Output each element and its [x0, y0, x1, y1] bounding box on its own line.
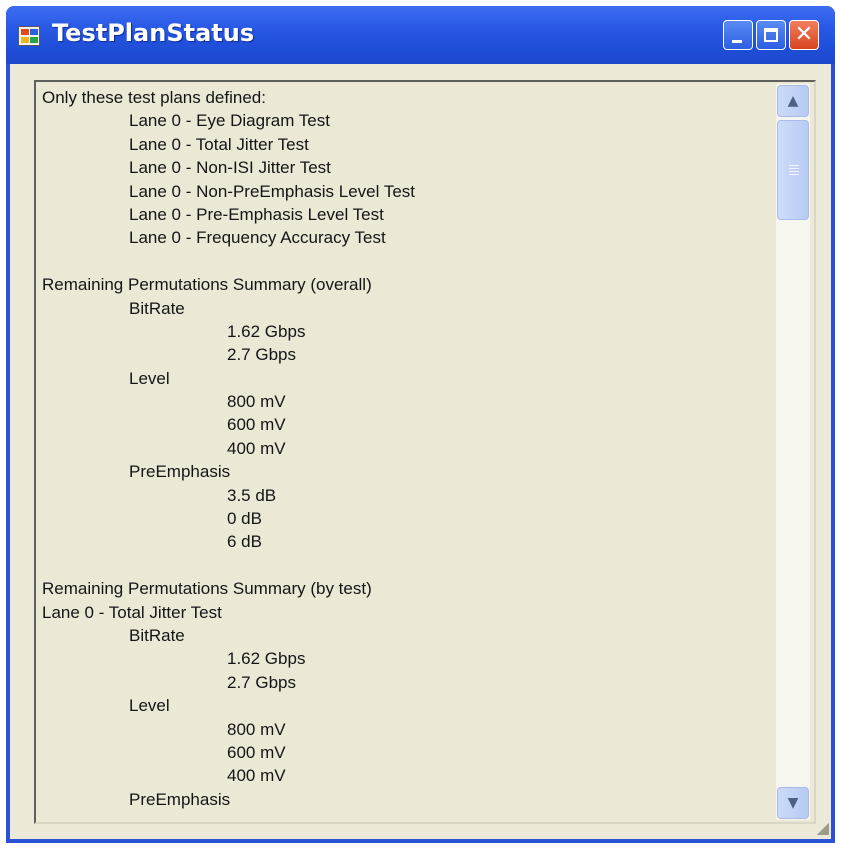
scroll-up-button[interactable]: ▲	[777, 85, 809, 117]
thumb-grip-line	[789, 168, 799, 169]
status-line: Lane 0 - Eye Diagram Test	[129, 111, 330, 131]
maximize-icon	[764, 28, 778, 42]
minimize-button[interactable]	[723, 20, 753, 50]
status-line: PreEmphasis	[129, 462, 231, 482]
app-icon-block	[30, 37, 38, 43]
status-text-box[interactable]: Only these test plans defined: Lane 0 - E…	[34, 80, 816, 824]
status-line: Only these test plans defined:	[42, 88, 266, 107]
maximize-button[interactable]	[756, 20, 786, 50]
status-line: 600 mV	[227, 415, 286, 435]
status-line: Lane 0 - Non-PreEmphasis Level Test	[129, 181, 416, 201]
status-line: 800 mV	[227, 719, 286, 739]
vertical-scrollbar[interactable]: ▲ ▼	[776, 84, 810, 820]
chevron-down-icon: ▼	[787, 795, 799, 811]
status-line: 1.62 Gbps	[227, 321, 306, 341]
status-line: 600 mV	[227, 742, 286, 762]
status-line: 0 dB	[227, 509, 262, 529]
status-line: Level	[129, 368, 170, 388]
thumb-grip-line	[789, 165, 799, 166]
status-line: Lane 0 - Pre-Emphasis Level Test	[129, 204, 384, 224]
client-area: Only these test plans defined: Lane 0 - E…	[10, 64, 831, 839]
app-icon[interactable]	[18, 26, 40, 46]
status-line: 400 mV	[227, 438, 286, 458]
status-line: BitRate	[129, 298, 185, 318]
status-line: 1.62 Gbps	[227, 649, 306, 669]
close-icon: ✕	[794, 22, 814, 47]
status-line: Remaining Permutations Summary (by test)	[42, 579, 372, 599]
status-line: BitRate	[129, 625, 185, 645]
status-line: 400 mV	[227, 766, 286, 786]
status-text-lines: Only these test plans defined: Lane 0 - E…	[42, 86, 762, 811]
status-line: 6 dB	[227, 532, 262, 552]
status-line: 800 mV	[227, 392, 286, 412]
status-line: 3.5 dB	[227, 485, 277, 505]
app-icon-block	[21, 37, 29, 43]
scrollbar-thumb[interactable]	[777, 120, 809, 220]
status-line: Lane 0 - Frequency Accuracy Test	[129, 228, 386, 248]
chevron-up-icon: ▲	[787, 93, 799, 109]
app-icon-block	[21, 29, 29, 35]
window-title: TestPlanStatus	[52, 19, 255, 47]
title-bar[interactable]: TestPlanStatus ✕	[6, 6, 835, 64]
app-icon-block	[30, 29, 38, 35]
status-line: Lane 0 - Total Jitter Test	[42, 602, 222, 622]
status-line: Level	[129, 696, 170, 716]
scroll-down-button[interactable]: ▼	[777, 787, 809, 819]
status-line: Lane 0 - Total Jitter Test	[129, 134, 309, 154]
thumb-grip-line	[789, 171, 799, 172]
minimize-icon	[732, 40, 742, 43]
status-line: 2.7 Gbps	[227, 345, 296, 365]
status-line: Remaining Permutations Summary (overall)	[42, 275, 372, 295]
status-line: 2.7 Gbps	[227, 672, 296, 692]
status-line: PreEmphasis	[129, 789, 231, 809]
app-window: TestPlanStatus ✕ Only these test plans d…	[6, 6, 835, 843]
close-button[interactable]: ✕	[789, 20, 819, 50]
thumb-grip-line	[789, 174, 799, 175]
status-line: Lane 0 - Non-ISI Jitter Test	[129, 158, 331, 178]
resize-grip-icon[interactable]: ◢	[811, 819, 829, 837]
